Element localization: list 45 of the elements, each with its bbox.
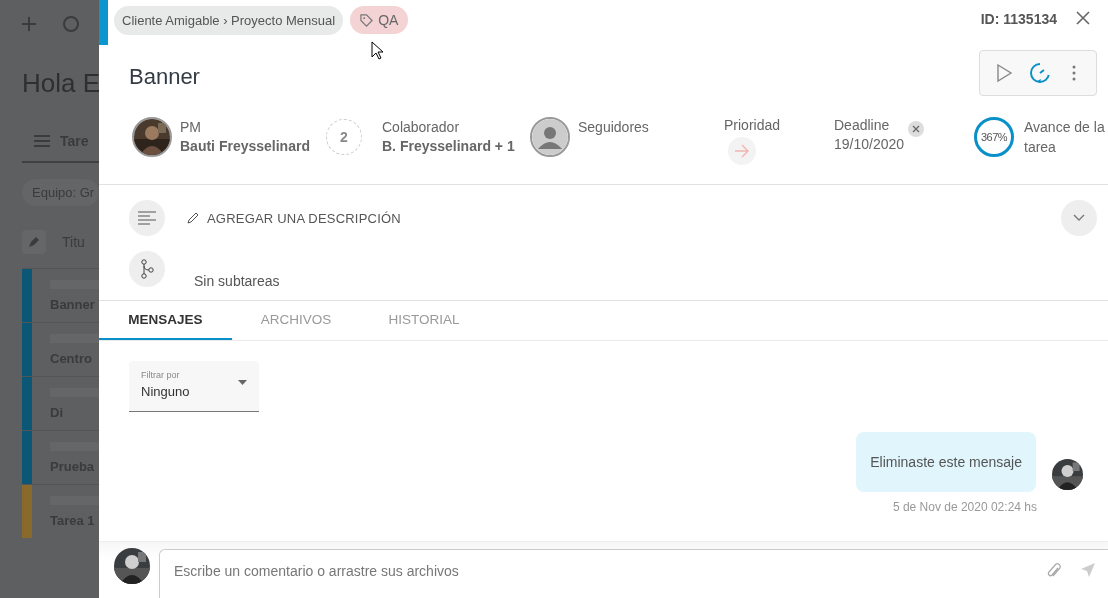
close-icon xyxy=(912,125,920,133)
filter-dropdown[interactable]: Filtrar por Ninguno xyxy=(129,361,259,412)
tag-icon xyxy=(360,13,374,27)
clock-icon xyxy=(62,15,80,33)
send-icon xyxy=(1080,561,1096,578)
add-description-button[interactable]: AGREGAR UNA DESCRIPCIÓN xyxy=(187,210,401,226)
role-label: PM xyxy=(180,119,202,135)
tab[interactable]: HISTORIAL xyxy=(360,301,488,340)
breadcrumb[interactable]: Cliente Amigable › Proyecto Mensual xyxy=(114,6,344,35)
person-icon xyxy=(532,119,568,155)
play-icon xyxy=(994,63,1014,83)
progress-dropdown[interactable]: Avance de la tarea xyxy=(1024,117,1108,157)
message-time: 5 de Nov de 2020 02:24 hs xyxy=(892,500,1037,514)
list-icon xyxy=(34,135,50,147)
cursor-icon xyxy=(371,41,385,61)
person-name[interactable]: B. Freysselinard + 1 xyxy=(382,138,515,154)
plus-icon xyxy=(22,17,36,31)
caret-icon xyxy=(238,380,247,385)
role-label: Seguidores xyxy=(578,119,649,135)
clear-date-button[interactable] xyxy=(908,121,924,137)
tab[interactable]: MENSAJES xyxy=(99,301,232,340)
role-label: Colaborador xyxy=(382,119,461,135)
progress-ring: 367% xyxy=(974,117,1014,157)
edit-icon xyxy=(22,230,46,254)
message-bubble: Eliminaste este mensaje xyxy=(856,432,1036,492)
deadline-label: Deadline xyxy=(834,117,890,133)
tab[interactable]: ARCHIVOS xyxy=(232,301,360,340)
avatar[interactable] xyxy=(132,117,172,157)
task-id: ID: 1135134 xyxy=(980,11,1057,27)
priority-label: Prioridad xyxy=(724,117,781,133)
task-title: Banner xyxy=(129,64,200,90)
timer-icon xyxy=(1028,61,1052,85)
arrow-icon xyxy=(734,144,750,158)
subtasks-text: Sin subtareas xyxy=(194,273,280,289)
align-left-icon xyxy=(129,200,165,236)
close-icon xyxy=(1076,11,1090,25)
tag-chip[interactable]: QA xyxy=(350,6,409,34)
pencil-icon xyxy=(187,212,199,224)
person-name[interactable]: Bauti Freysselinard xyxy=(180,138,310,154)
accent-bar xyxy=(99,0,108,45)
chevron-icon xyxy=(1073,214,1085,222)
comment-field[interactable]: Escribe un comentario o arrastre sus archivos xyxy=(159,548,1108,598)
expand-button[interactable] xyxy=(1061,200,1097,236)
branch-icon xyxy=(129,251,165,287)
deadline-date[interactable]: 19/10/2020 xyxy=(834,136,905,152)
